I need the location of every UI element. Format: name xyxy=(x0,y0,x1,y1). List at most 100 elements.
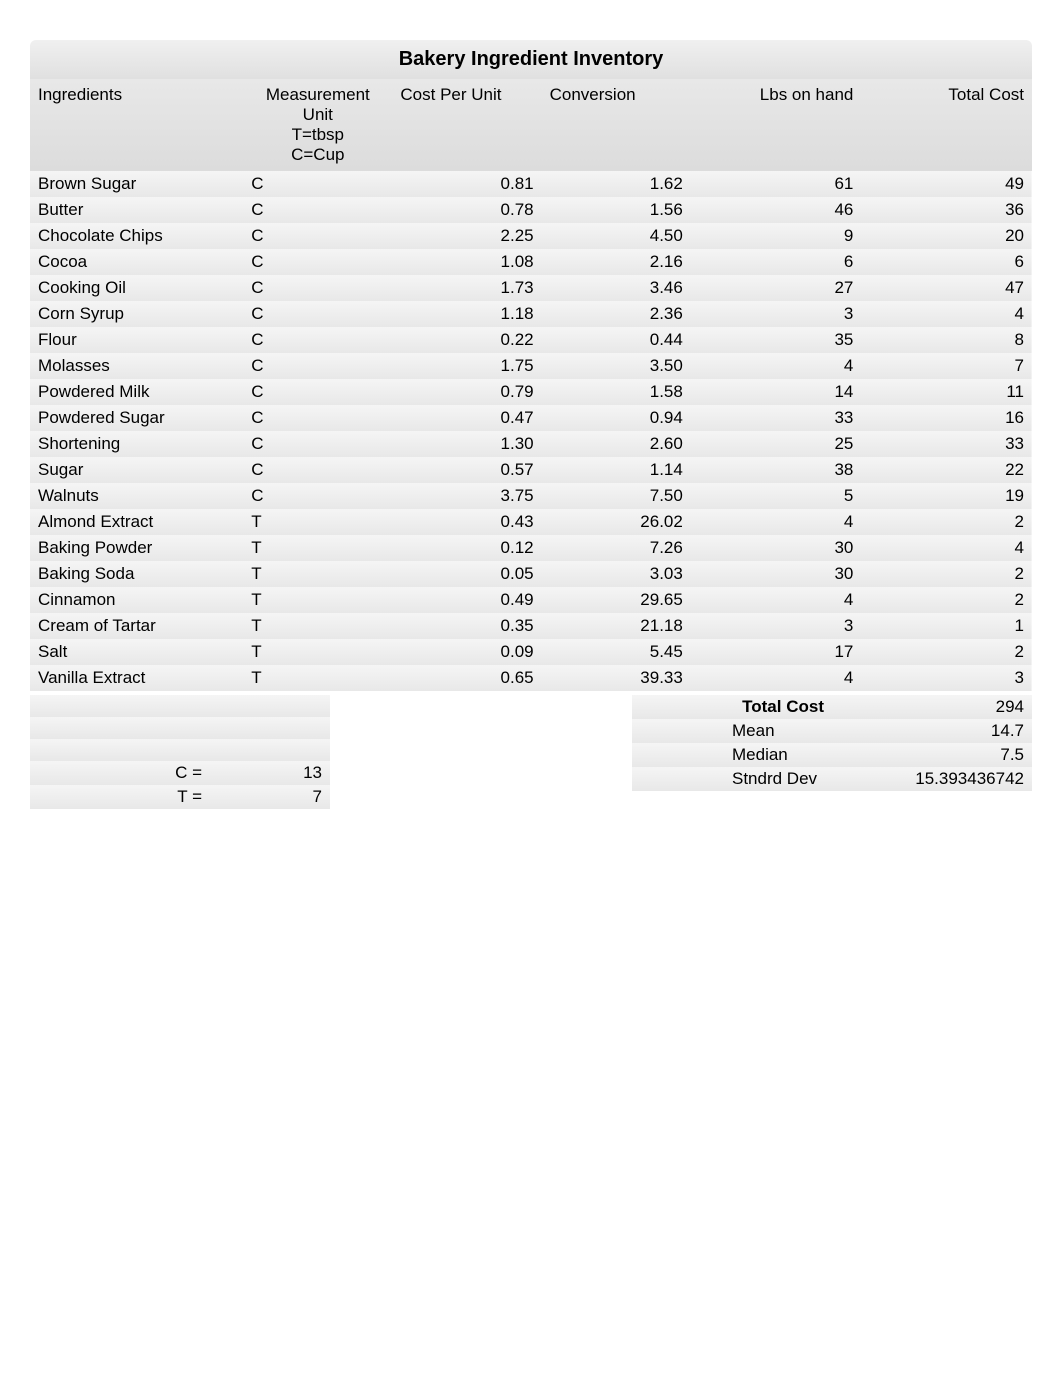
cell-unit: C xyxy=(243,275,392,301)
cell-ingredient: Cocoa xyxy=(30,249,243,275)
inventory-table: Ingredients Measurement Unit T=tbsp C=Cu… xyxy=(30,79,1032,691)
cell-lbs: 27 xyxy=(691,275,862,301)
cell-lbs: 25 xyxy=(691,431,862,457)
cell-conversion: 1.14 xyxy=(542,457,691,483)
cell-total: 49 xyxy=(861,171,1032,197)
summary-median-label: Median xyxy=(632,743,832,767)
cell-unit: T xyxy=(243,561,392,587)
table-row: WalnutsC3.757.50519 xyxy=(30,483,1032,509)
cell-lbs: 4 xyxy=(691,509,862,535)
cell-total: 11 xyxy=(861,379,1032,405)
table-row: Vanilla ExtractT0.6539.3343 xyxy=(30,665,1032,691)
cell-lbs: 38 xyxy=(691,457,862,483)
cell-cost: 1.30 xyxy=(392,431,541,457)
cell-unit: C xyxy=(243,353,392,379)
summary-mean-row: Mean 14.7 xyxy=(632,719,1032,743)
table-row: SaltT0.095.45172 xyxy=(30,639,1032,665)
header-measurement-line4: C=Cup xyxy=(291,145,344,164)
table-title: Bakery Ingredient Inventory xyxy=(30,40,1032,79)
cell-ingredient: Almond Extract xyxy=(30,509,243,535)
legend-t-label: T = xyxy=(30,785,210,809)
cell-total: 16 xyxy=(861,405,1032,431)
table-row: Almond ExtractT0.4326.0242 xyxy=(30,509,1032,535)
cell-cost: 0.22 xyxy=(392,327,541,353)
cell-cost: 0.12 xyxy=(392,535,541,561)
cell-ingredient: Baking Powder xyxy=(30,535,243,561)
summary-stndrd-dev-row: Stndrd Dev 15.393436742 xyxy=(632,767,1032,791)
cell-ingredient: Sugar xyxy=(30,457,243,483)
cell-total: 3 xyxy=(861,665,1032,691)
cell-cost: 1.18 xyxy=(392,301,541,327)
header-measurement: Measurement Unit T=tbsp C=Cup xyxy=(243,79,392,171)
summary-mean-label: Mean xyxy=(632,719,832,743)
cell-ingredient: Cream of Tartar xyxy=(30,613,243,639)
legend-t-value: 7 xyxy=(210,785,330,809)
cell-conversion: 0.94 xyxy=(542,405,691,431)
cell-conversion: 21.18 xyxy=(542,613,691,639)
table-row: Cooking OilC1.733.462747 xyxy=(30,275,1032,301)
cell-unit: T xyxy=(243,535,392,561)
legend-table: C = 13 T = 7 xyxy=(30,695,330,809)
cell-conversion: 0.44 xyxy=(542,327,691,353)
cell-cost: 2.25 xyxy=(392,223,541,249)
cell-conversion: 1.58 xyxy=(542,379,691,405)
cell-lbs: 30 xyxy=(691,535,862,561)
cell-conversion: 26.02 xyxy=(542,509,691,535)
cell-total: 2 xyxy=(861,639,1032,665)
cell-total: 2 xyxy=(861,509,1032,535)
cell-lbs: 4 xyxy=(691,353,862,379)
summary-total-cost-label: Total Cost xyxy=(632,695,832,719)
cell-ingredient: Brown Sugar xyxy=(30,171,243,197)
cell-ingredient: Cooking Oil xyxy=(30,275,243,301)
table-row: Powdered SugarC0.470.943316 xyxy=(30,405,1032,431)
cell-lbs: 14 xyxy=(691,379,862,405)
cell-unit: T xyxy=(243,665,392,691)
cell-lbs: 5 xyxy=(691,483,862,509)
cell-ingredient: Flour xyxy=(30,327,243,353)
summary-total-cost-row: Total Cost 294 xyxy=(632,695,1032,719)
cell-cost: 0.79 xyxy=(392,379,541,405)
cell-ingredient: Powdered Milk xyxy=(30,379,243,405)
cell-total: 1 xyxy=(861,613,1032,639)
cell-unit: C xyxy=(243,249,392,275)
summary-mean-value: 14.7 xyxy=(832,719,1032,743)
cell-lbs: 30 xyxy=(691,561,862,587)
cell-ingredient: Corn Syrup xyxy=(30,301,243,327)
cell-lbs: 17 xyxy=(691,639,862,665)
legend-row-c: C = 13 xyxy=(30,761,330,785)
cell-ingredient: Powdered Sugar xyxy=(30,405,243,431)
table-row: Corn SyrupC1.182.3634 xyxy=(30,301,1032,327)
cell-total: 20 xyxy=(861,223,1032,249)
cell-total: 6 xyxy=(861,249,1032,275)
cell-unit: T xyxy=(243,613,392,639)
cell-ingredient: Cinnamon xyxy=(30,587,243,613)
cell-conversion: 3.46 xyxy=(542,275,691,301)
cell-cost: 1.08 xyxy=(392,249,541,275)
cell-unit: C xyxy=(243,457,392,483)
summary-median-value: 7.5 xyxy=(832,743,1032,767)
cell-ingredient: Salt xyxy=(30,639,243,665)
cell-total: 19 xyxy=(861,483,1032,509)
cell-unit: C xyxy=(243,405,392,431)
cell-lbs: 3 xyxy=(691,301,862,327)
cell-lbs: 3 xyxy=(691,613,862,639)
cell-conversion: 7.26 xyxy=(542,535,691,561)
cell-ingredient: Shortening xyxy=(30,431,243,457)
cell-unit: T xyxy=(243,639,392,665)
table-row: FlourC0.220.44358 xyxy=(30,327,1032,353)
cell-cost: 0.05 xyxy=(392,561,541,587)
cell-cost: 3.75 xyxy=(392,483,541,509)
cell-conversion: 1.62 xyxy=(542,171,691,197)
cell-total: 4 xyxy=(861,535,1032,561)
header-ingredients: Ingredients xyxy=(30,79,243,171)
cell-conversion: 2.36 xyxy=(542,301,691,327)
cell-unit: C xyxy=(243,327,392,353)
cell-conversion: 2.60 xyxy=(542,431,691,457)
header-lbs-on-hand: Lbs on hand xyxy=(691,79,862,171)
cell-unit: C xyxy=(243,197,392,223)
cell-conversion: 39.33 xyxy=(542,665,691,691)
cell-lbs: 35 xyxy=(691,327,862,353)
cell-cost: 0.49 xyxy=(392,587,541,613)
cell-total: 47 xyxy=(861,275,1032,301)
cell-ingredient: Molasses xyxy=(30,353,243,379)
